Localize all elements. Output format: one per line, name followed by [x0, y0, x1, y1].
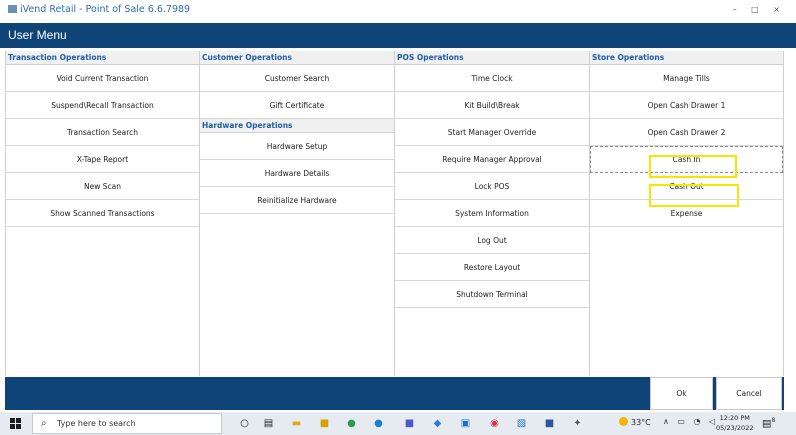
- open-cash-drawer-1-button[interactable]: Open Cash Drawer 1: [590, 92, 783, 119]
- hardware-details-button[interactable]: Hardware Details: [200, 160, 394, 187]
- restore-layout-button[interactable]: Restore Layout: [395, 254, 589, 281]
- window-title-text: iVend Retail - Point of Sale 6.6.7989: [20, 4, 191, 15]
- hardware-setup-button[interactable]: Hardware Setup: [200, 133, 394, 160]
- show-scanned-transactions-button[interactable]: Show Scanned Transactions: [6, 200, 199, 227]
- section-heading-hardware: Hardware Operations: [200, 119, 394, 133]
- start-manager-override-button[interactable]: Start Manager Override: [395, 119, 589, 146]
- menu-panel: Transaction Operations Void Current Tran…: [5, 51, 784, 376]
- shutdown-terminal-button[interactable]: Shutdown Terminal: [395, 281, 589, 308]
- section-heading-transaction: Transaction Operations: [6, 51, 199, 65]
- word-icon[interactable]: ■: [543, 417, 556, 430]
- cash-out-button[interactable]: Cash Out: [590, 173, 783, 200]
- clock-date: 05/23/2022: [716, 424, 754, 432]
- new-scan-button[interactable]: New Scan: [6, 173, 199, 200]
- transaction-search-button[interactable]: Transaction Search: [6, 119, 199, 146]
- section-heading-store: Store Operations: [590, 51, 783, 65]
- photos-icon[interactable]: ▧: [515, 417, 528, 430]
- section-heading-customer: Customer Operations: [200, 51, 394, 65]
- teams-icon[interactable]: ■: [403, 417, 416, 430]
- menu-header: User Menu: [0, 23, 796, 48]
- store-operations-column: Store Operations Manage Tills Open Cash …: [590, 51, 784, 376]
- notification-count: 8: [771, 417, 776, 424]
- file-explorer-icon[interactable]: ▬: [290, 417, 303, 430]
- app-icon: [8, 5, 17, 13]
- title-bar: iVend Retail - Point of Sale 6.6.7989 – …: [0, 0, 796, 22]
- weather-sun-icon: [619, 417, 628, 426]
- log-out-button[interactable]: Log Out: [395, 227, 589, 254]
- chrome-icon[interactable]: ●: [345, 417, 358, 430]
- app-icon[interactable]: ◆: [431, 417, 444, 430]
- system-tray[interactable]: ∧ ▭ ◔ ◁: [663, 417, 718, 426]
- notification-icon[interactable]: ▤8: [762, 417, 775, 429]
- require-manager-approval-button[interactable]: Require Manager Approval: [395, 146, 589, 173]
- taskbar-clock[interactable]: 12:20 PM 05/23/2022: [716, 413, 753, 433]
- customer-operations-column: Customer Operations Customer Search Gift…: [200, 51, 395, 376]
- task-view-icon[interactable]: ▤: [262, 417, 275, 430]
- windows-start-icon[interactable]: [10, 418, 21, 429]
- manage-tills-button[interactable]: Manage Tills: [590, 65, 783, 92]
- system-information-button[interactable]: System Information: [395, 200, 589, 227]
- cash-in-button[interactable]: Cash In: [590, 146, 783, 173]
- window-controls[interactable]: – □ ×: [733, 5, 786, 14]
- store-icon[interactable]: ▣: [459, 417, 472, 430]
- clock-time: 12:20 PM: [719, 414, 750, 422]
- pos-operations-column: POS Operations Time Clock Kit Build\Brea…: [395, 51, 590, 376]
- suspend-recall-transaction-button[interactable]: Suspend\Recall Transaction: [6, 92, 199, 119]
- kit-build-break-button[interactable]: Kit Build\Break: [395, 92, 589, 119]
- time-clock-button[interactable]: Time Clock: [395, 65, 589, 92]
- cortana-icon[interactable]: ○: [238, 417, 251, 430]
- expense-button[interactable]: Expense: [590, 200, 783, 227]
- open-cash-drawer-2-button[interactable]: Open Cash Drawer 2: [590, 119, 783, 146]
- gift-certificate-button[interactable]: Gift Certificate: [200, 92, 394, 119]
- app-red-icon[interactable]: ◉: [488, 417, 501, 430]
- search-placeholder: Type here to search: [57, 419, 136, 428]
- search-icon: ⌕: [41, 418, 47, 429]
- windows-taskbar: ⌕ Type here to search ○ ▤ ▬ ■ ● ● ■ ◆ ▣ …: [0, 412, 796, 435]
- lock-pos-button[interactable]: Lock POS: [395, 173, 589, 200]
- customer-search-button[interactable]: Customer Search: [200, 65, 394, 92]
- x-tape-report-button[interactable]: X-Tape Report: [6, 146, 199, 173]
- taskbar-search-box[interactable]: ⌕ Type here to search: [32, 413, 222, 434]
- weather-widget[interactable]: 33°C: [619, 417, 651, 427]
- section-heading-pos: POS Operations: [395, 51, 589, 65]
- tools-icon[interactable]: ✦: [571, 417, 584, 430]
- temperature-text: 33°C: [631, 418, 651, 427]
- transaction-operations-column: Transaction Operations Void Current Tran…: [5, 51, 200, 376]
- cancel-button[interactable]: Cancel: [716, 377, 782, 410]
- sticky-app-icon[interactable]: ■: [318, 417, 331, 430]
- ok-button[interactable]: Ok: [650, 377, 713, 410]
- void-current-transaction-button[interactable]: Void Current Transaction: [6, 65, 199, 92]
- page-title: User Menu: [8, 28, 67, 42]
- reinitialize-hardware-button[interactable]: Reinitialize Hardware: [200, 187, 394, 214]
- footer-bar: Ok Cancel: [5, 377, 784, 410]
- window-title: iVend Retail - Point of Sale 6.6.7989: [8, 4, 190, 15]
- edge-icon[interactable]: ●: [372, 417, 385, 430]
